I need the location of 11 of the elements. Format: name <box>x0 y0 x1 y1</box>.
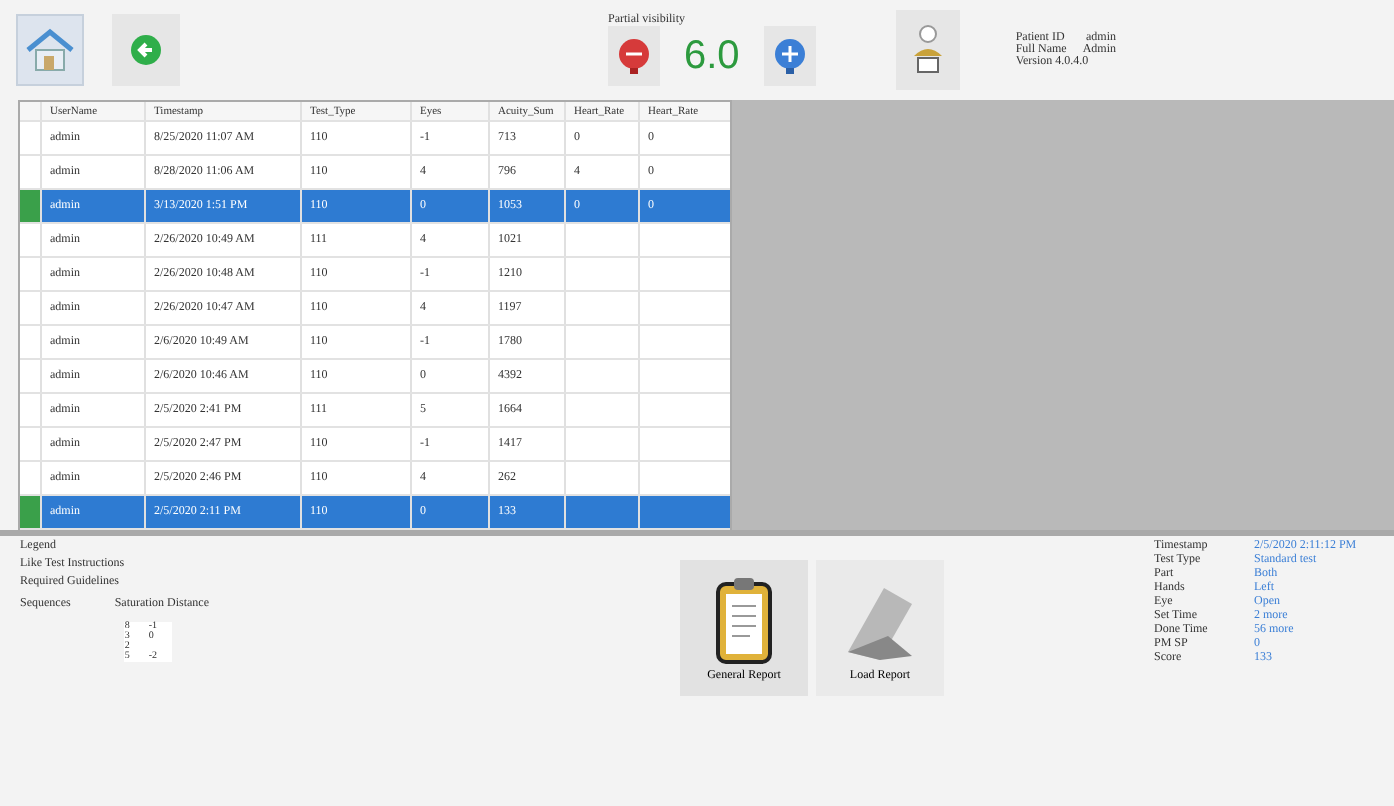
visibility-value: 6.0 <box>684 33 740 79</box>
increase-button[interactable] <box>763 26 816 86</box>
house-icon <box>24 26 76 74</box>
person-icon <box>909 24 946 76</box>
decrease-button[interactable] <box>608 26 660 86</box>
home-button[interactable] <box>16 14 84 86</box>
plus-icon <box>773 38 806 74</box>
minus-icon <box>618 38 650 74</box>
user-button[interactable] <box>895 10 960 90</box>
clipboard-icon <box>714 575 774 663</box>
back-button[interactable] <box>112 14 180 86</box>
